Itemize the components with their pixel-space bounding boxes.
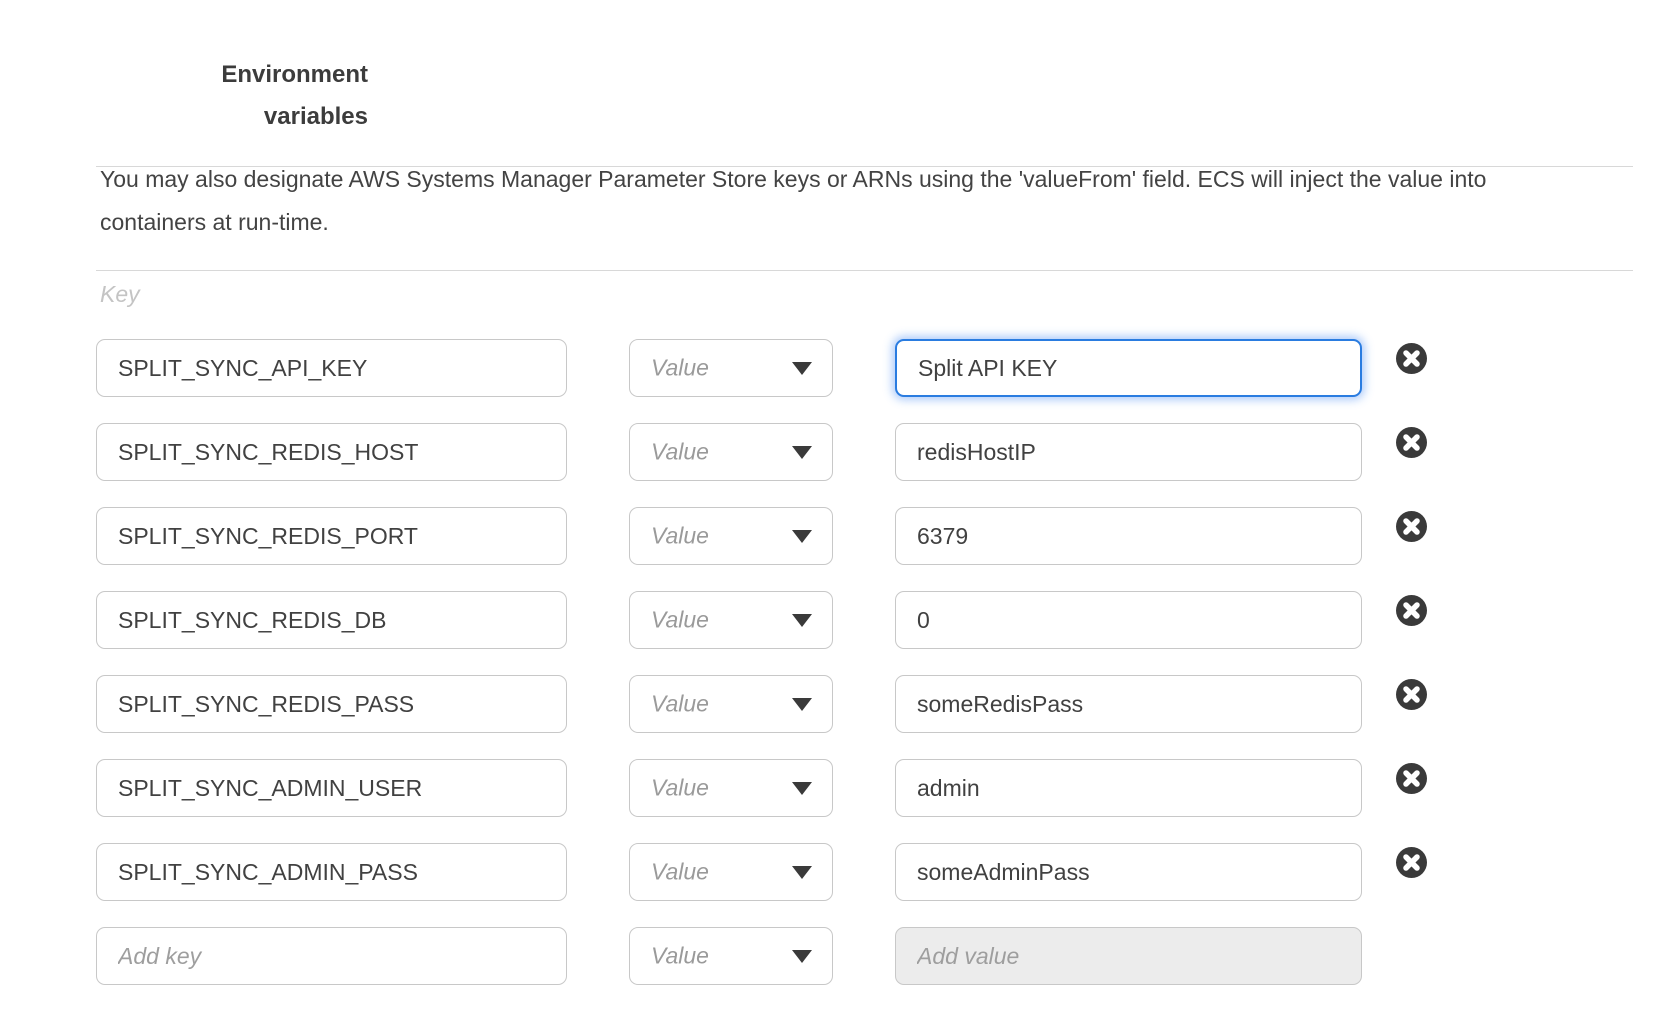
env-var-add-row: Value — [0, 927, 1678, 985]
close-icon — [1396, 343, 1427, 374]
key-input[interactable] — [96, 927, 567, 985]
value-type-dropdown[interactable]: Value — [629, 339, 833, 397]
chevron-down-icon — [792, 530, 812, 543]
env-var-rows: Value Value Value — [0, 339, 1678, 999]
remove-row-button[interactable] — [1396, 511, 1427, 542]
value-input[interactable] — [895, 591, 1362, 649]
key-input[interactable] — [96, 759, 567, 817]
value-input[interactable] — [895, 843, 1362, 901]
chevron-down-icon — [792, 614, 812, 627]
value-type-dropdown[interactable]: Value — [629, 675, 833, 733]
chevron-down-icon — [792, 362, 812, 375]
close-icon — [1396, 763, 1427, 794]
value-type-dropdown[interactable]: Value — [629, 927, 833, 985]
key-input[interactable] — [96, 591, 567, 649]
value-type-dropdown[interactable]: Value — [629, 507, 833, 565]
chevron-down-icon — [792, 446, 812, 459]
close-icon — [1396, 427, 1427, 458]
environment-variables-section: Environment variables You may also desig… — [0, 0, 1678, 1018]
chevron-down-icon — [792, 698, 812, 711]
close-icon — [1396, 595, 1427, 626]
env-var-row: Value — [0, 507, 1678, 565]
key-input[interactable] — [96, 675, 567, 733]
env-var-row: Value — [0, 591, 1678, 649]
value-type-dropdown[interactable]: Value — [629, 423, 833, 481]
close-icon — [1396, 847, 1427, 878]
key-input[interactable] — [96, 843, 567, 901]
key-input[interactable] — [96, 507, 567, 565]
key-column-label: Key — [100, 281, 140, 308]
chevron-down-icon — [792, 866, 812, 879]
description-text: You may also designate AWS Systems Manag… — [100, 158, 1490, 244]
value-type-selected-label: Value — [651, 943, 709, 970]
chevron-down-icon — [792, 782, 812, 795]
remove-row-button[interactable] — [1396, 847, 1427, 878]
chevron-down-icon — [792, 950, 812, 963]
value-type-dropdown[interactable]: Value — [629, 843, 833, 901]
env-var-row: Value — [0, 423, 1678, 481]
value-type-selected-label: Value — [651, 691, 709, 718]
env-var-row: Value — [0, 675, 1678, 733]
remove-row-button[interactable] — [1396, 427, 1427, 458]
value-type-selected-label: Value — [651, 355, 709, 382]
value-input[interactable] — [895, 339, 1362, 397]
close-icon — [1396, 511, 1427, 542]
value-type-dropdown[interactable]: Value — [629, 759, 833, 817]
env-var-row: Value — [0, 843, 1678, 901]
section-title: Environment variables — [168, 54, 368, 138]
value-type-selected-label: Value — [651, 523, 709, 550]
value-type-selected-label: Value — [651, 859, 709, 886]
close-icon — [1396, 679, 1427, 710]
key-input[interactable] — [96, 339, 567, 397]
remove-row-button[interactable] — [1396, 763, 1427, 794]
value-type-selected-label: Value — [651, 439, 709, 466]
value-input[interactable] — [895, 423, 1362, 481]
remove-row-button[interactable] — [1396, 595, 1427, 626]
value-input[interactable] — [895, 675, 1362, 733]
value-type-dropdown[interactable]: Value — [629, 591, 833, 649]
value-type-selected-label: Value — [651, 775, 709, 802]
value-input[interactable] — [895, 507, 1362, 565]
remove-row-button[interactable] — [1396, 343, 1427, 374]
value-input[interactable] — [895, 927, 1362, 985]
env-var-row: Value — [0, 759, 1678, 817]
value-input[interactable] — [895, 759, 1362, 817]
remove-row-button[interactable] — [1396, 679, 1427, 710]
key-input[interactable] — [96, 423, 567, 481]
env-var-row: Value — [0, 339, 1678, 397]
divider-middle — [96, 270, 1633, 271]
value-type-selected-label: Value — [651, 607, 709, 634]
